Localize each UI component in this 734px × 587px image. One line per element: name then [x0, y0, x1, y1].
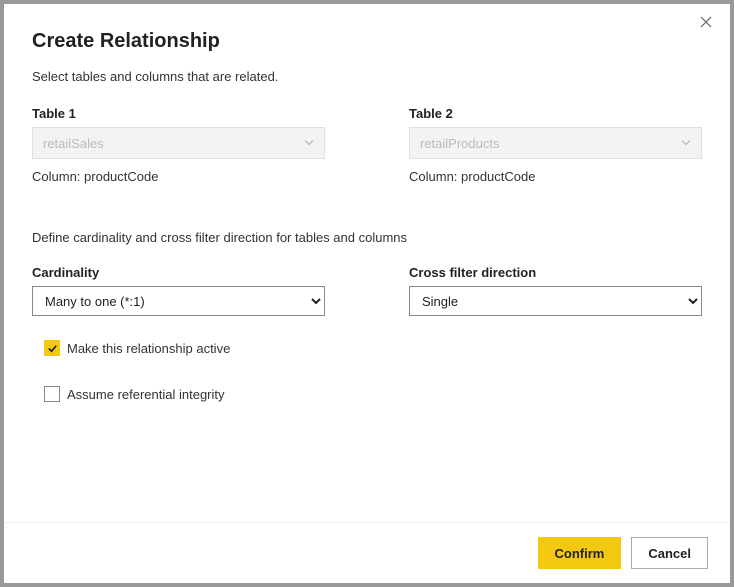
table1-select-value: retailSales [43, 136, 104, 151]
dialog-title: Create Relationship [32, 30, 702, 53]
active-checkbox-row: Make this relationship active [44, 340, 702, 356]
cancel-button[interactable]: Cancel [631, 537, 708, 569]
table2-select-value: retailProducts [420, 136, 499, 151]
chevron-down-icon [304, 136, 314, 151]
table2-column-info: Column: productCode [409, 169, 702, 184]
cardinality-label: Cardinality [32, 265, 325, 280]
close-button[interactable] [696, 14, 716, 34]
table2-select[interactable]: retailProducts [409, 127, 702, 159]
cardinality-select[interactable]: Many to one (*:1) [32, 286, 325, 316]
referential-checkbox-row: Assume referential integrity [44, 386, 702, 402]
close-icon [700, 15, 712, 33]
crossfilter-select[interactable]: Single [409, 286, 702, 316]
confirm-button[interactable]: Confirm [538, 537, 622, 569]
table1-column-info: Column: productCode [32, 169, 325, 184]
create-relationship-dialog: Create Relationship Select tables and co… [4, 4, 730, 583]
active-checkbox-label: Make this relationship active [67, 341, 230, 356]
active-checkbox[interactable] [44, 340, 60, 356]
table1-select[interactable]: retailSales [32, 127, 325, 159]
dialog-footer: Confirm Cancel [4, 522, 730, 583]
dialog-subtitle: Select tables and columns that are relat… [32, 69, 702, 84]
referential-checkbox-label: Assume referential integrity [67, 387, 225, 402]
referential-checkbox[interactable] [44, 386, 60, 402]
table2-label: Table 2 [409, 106, 702, 121]
cardinality-intro: Define cardinality and cross filter dire… [32, 230, 702, 245]
crossfilter-label: Cross filter direction [409, 265, 702, 280]
chevron-down-icon [681, 136, 691, 151]
table1-label: Table 1 [32, 106, 325, 121]
